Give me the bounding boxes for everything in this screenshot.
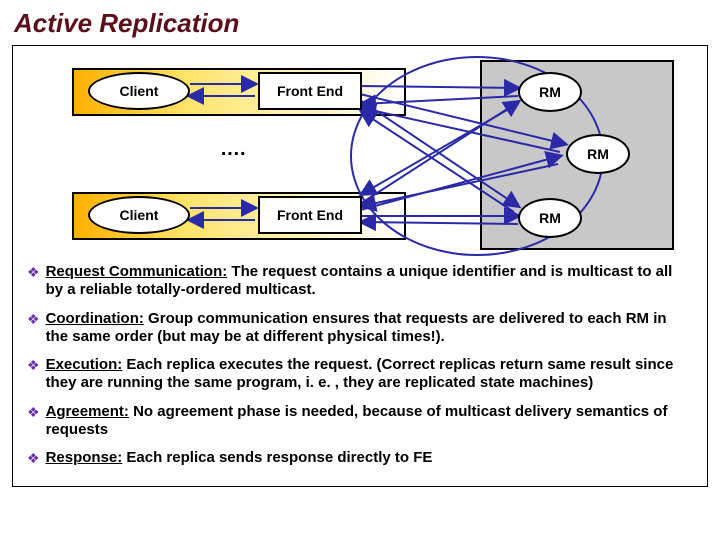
bullet-lead: Execution: (46, 356, 123, 373)
bullet-execution: ❖ Execution: Each replica executes the r… (27, 356, 693, 393)
bullet-lead: Response: (46, 449, 123, 466)
bullet-lead: Request Communication: (46, 263, 228, 280)
bullet-body: Each replica sends response directly to … (122, 449, 432, 466)
bullet-lead: Agreement: (46, 403, 129, 420)
bullet-request: ❖ Request Communication: The request con… (27, 263, 693, 300)
rm-mid-label: RM (587, 146, 609, 162)
content-frame: Client Client Front End Front End …. RM … (12, 45, 708, 487)
front-end-top: Front End (258, 72, 362, 110)
diamond-icon: ❖ (27, 404, 40, 441)
diamond-icon: ❖ (27, 357, 40, 394)
client-top-label: Client (120, 83, 159, 99)
bullet-agreement: ❖ Agreement: No agreement phase is neede… (27, 403, 693, 440)
bullet-body: No agreement phase is needed, because of… (46, 403, 668, 438)
front-end-top-label: Front End (277, 83, 343, 99)
client-top: Client (88, 72, 190, 110)
bullet-list: ❖ Request Communication: The request con… (27, 263, 693, 468)
front-end-bottom-label: Front End (277, 207, 343, 223)
diamond-icon: ❖ (27, 311, 40, 348)
diamond-icon: ❖ (27, 450, 40, 468)
rm-bottom: RM (518, 198, 582, 238)
slide-title: Active Replication (14, 8, 708, 39)
bullet-lead: Coordination: (46, 310, 144, 327)
lanes-ellipsis: …. (220, 138, 246, 161)
bullet-coordination: ❖ Coordination: Group communication ensu… (27, 310, 693, 347)
bullet-response: ❖ Response: Each replica sends response … (27, 449, 693, 467)
rm-mid: RM (566, 134, 630, 174)
bullet-body: Each replica executes the request. (Corr… (46, 356, 674, 391)
front-end-bottom: Front End (258, 196, 362, 234)
rm-bottom-label: RM (539, 210, 561, 226)
replication-diagram: Client Client Front End Front End …. RM … (40, 56, 680, 256)
client-bottom-label: Client (120, 207, 159, 223)
rm-top: RM (518, 72, 582, 112)
rm-top-label: RM (539, 84, 561, 100)
diamond-icon: ❖ (27, 264, 40, 301)
client-bottom: Client (88, 196, 190, 234)
